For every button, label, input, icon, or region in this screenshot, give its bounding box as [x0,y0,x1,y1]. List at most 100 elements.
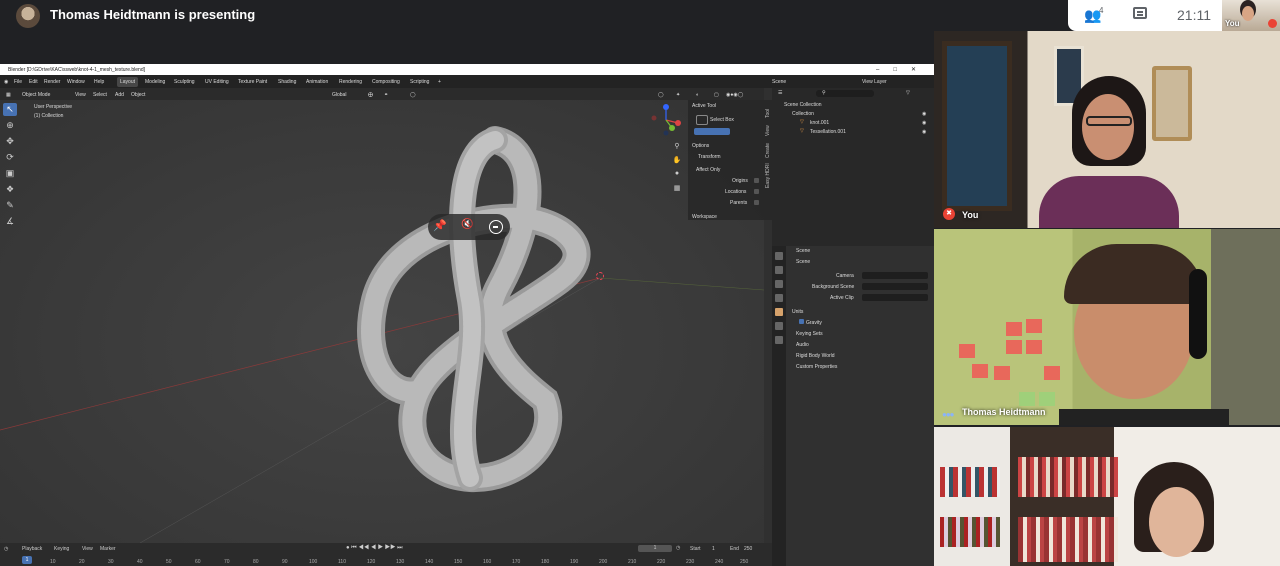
xray-icon[interactable]: ▢ [714,92,719,98]
tab-texture-paint[interactable]: Texture Paint [238,79,267,85]
transform-header[interactable]: Transform [698,154,721,160]
scene-section-header[interactable]: Scene [796,259,810,265]
cursor-tool-icon[interactable]: ⊕ [3,119,17,132]
world-props-icon[interactable] [775,322,783,330]
properties-editor[interactable]: Scene Scene Camera Background Scene Acti… [772,246,934,566]
eye-icon[interactable]: ◉ [922,111,926,117]
pivot-icon[interactable]: ⨁ [368,92,373,98]
tab-shading[interactable]: Shading [278,79,296,85]
scene-props-icon[interactable] [775,308,783,316]
transform-tool-icon[interactable]: ❖ [3,183,17,196]
navigation-gizmo[interactable] [650,104,682,136]
scale-tool-icon[interactable]: ▣ [3,167,17,180]
pan-hand-icon[interactable]: ✋ [672,156,682,166]
current-frame-field[interactable]: 1 [638,545,672,552]
visibility-icon[interactable]: ◯ [658,92,664,98]
add-workspace-icon[interactable]: + [438,79,441,85]
active-tool-header[interactable]: Active Tool [692,103,716,109]
workspace-header[interactable]: Workspace [692,214,717,220]
timeline-editor-icon[interactable]: ◷ [4,546,8,552]
collection-row[interactable]: Collection [792,111,814,117]
outliner[interactable]: ☰ ⚲ ▽ Scene Collection Collection ◉ ▽ kn… [772,88,934,243]
tab-tool[interactable]: Tool [765,109,771,118]
blender-logo-icon[interactable]: ◉ [4,79,8,85]
remove-participant-icon[interactable] [489,220,503,234]
gizmo-toggle-icon[interactable]: ✦ [676,92,680,98]
options-header[interactable]: Options [692,143,709,149]
keying-menu[interactable]: Keying [54,546,69,552]
menu-help[interactable]: Help [94,79,104,85]
outliner-item-knot[interactable]: knot.001 [810,120,829,126]
tab-create[interactable]: Create [765,143,771,158]
menu-edit[interactable]: Edit [29,79,38,85]
header-menu-select[interactable]: Select [93,92,107,98]
playback-controls[interactable]: ● ⏮ ◀◀ ◀ ▶ ▶▶ ⏭ [346,545,403,552]
annotate-tool-icon[interactable]: ✎ [3,199,17,212]
origins-checkbox[interactable] [754,178,759,184]
tab-layout[interactable]: Layout [117,77,139,87]
tab-uv-editing[interactable]: UV Editing [205,79,229,85]
participant-tile-you[interactable] [934,31,1280,228]
transform-orientation-dropdown[interactable]: Global [332,92,346,98]
render-props-icon[interactable] [775,266,783,274]
view-layer-props-icon[interactable] [775,294,783,302]
selection-mode-buttons[interactable] [694,128,730,135]
header-menu-view[interactable]: View [75,92,86,98]
locations-checkbox[interactable] [754,189,759,195]
texture-props-icon[interactable] [775,336,783,344]
scene-selector[interactable]: Scene [772,79,786,85]
output-props-icon[interactable] [775,280,783,288]
mute-participant-icon[interactable]: 🔇 [461,219,473,230]
measure-tool-icon[interactable]: ∡ [3,215,17,228]
chat-icon[interactable] [1133,7,1147,19]
shading-modes-icon[interactable]: ◉●◉◯ [726,92,743,98]
eye-icon[interactable]: ◉ [922,120,926,126]
keying-sets-panel[interactable]: Keying Sets [796,331,823,337]
overlay-toggle-icon[interactable]: ◐ [696,92,699,98]
pin-icon[interactable]: 📌 [433,219,447,233]
participant-tile-third[interactable] [934,427,1280,566]
tab-rendering[interactable]: Rendering [339,79,362,85]
3d-viewport[interactable]: ↖ ⊕ ✥ ⟳ ▣ ❖ ✎ ∡ User Perspective (1) Col… [0,100,764,543]
active-clip-field[interactable] [862,294,928,301]
menu-window[interactable]: Window [67,79,85,85]
audio-panel[interactable]: Audio [796,342,809,348]
menu-render[interactable]: Render [44,79,60,85]
camera-field[interactable] [862,272,928,279]
scene-collection-row[interactable]: Scene Collection [784,102,822,108]
eye-icon[interactable]: ◉ [922,129,926,135]
header-menu-add[interactable]: Add [115,92,124,98]
snap-icon[interactable]: ⚭ [384,92,388,98]
window-controls[interactable]: –□✕ [876,66,930,73]
menu-file[interactable]: File [14,79,22,85]
zoom-icon[interactable]: ⚲ [672,142,682,152]
timeline-view-menu[interactable]: View [82,546,93,552]
marker-menu[interactable]: Marker [100,546,116,552]
ortho-grid-icon[interactable]: ▦ [672,184,682,194]
parents-checkbox[interactable] [754,200,759,206]
tab-animation[interactable]: Animation [306,79,328,85]
camera-view-icon[interactable]: ● [672,170,682,180]
header-menu-object[interactable]: Object [131,92,145,98]
custom-properties-panel[interactable]: Custom Properties [796,364,837,370]
view-layer-selector[interactable]: View Layer [862,79,887,85]
tab-scripting[interactable]: Scripting [410,79,429,85]
tool-props-icon[interactable] [775,252,783,260]
units-panel[interactable]: Units [792,309,803,315]
outliner-type-icon[interactable]: ☰ [778,90,782,96]
participant-tile-thomas[interactable] [934,229,1280,425]
tab-view[interactable]: View [765,125,771,136]
playhead[interactable]: 1 [22,556,32,564]
select-box-icon[interactable] [696,115,708,125]
editor-type-icon[interactable]: ▦ [6,92,11,98]
background-scene-field[interactable] [862,283,928,290]
playback-menu[interactable]: Playback [22,546,42,552]
move-tool-icon[interactable]: ✥ [3,135,17,148]
end-frame-value[interactable]: 250 [744,546,752,552]
tab-modeling[interactable]: Modeling [145,79,165,85]
tab-compositing[interactable]: Compositing [372,79,400,85]
filter-icon[interactable]: ▽ [906,90,910,96]
gravity-checkbox[interactable] [799,319,804,325]
mode-dropdown[interactable]: Object Mode [22,92,50,98]
rigid-body-world-panel[interactable]: Rigid Body World [796,353,835,359]
